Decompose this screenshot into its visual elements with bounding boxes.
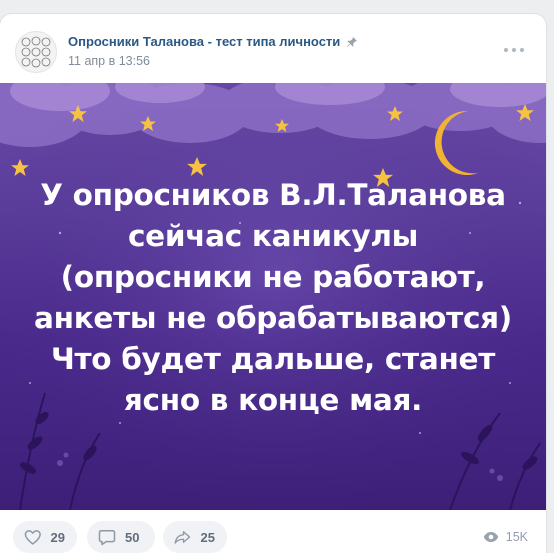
comment-count: 50 xyxy=(125,529,140,545)
post-author-link[interactable]: Опросники Таланова - тест типа личности xyxy=(68,34,358,49)
eye-icon xyxy=(483,532,498,542)
caption-line: У опросников В.Л.Таланова xyxy=(40,178,506,212)
post-image[interactable]: У опросников В.Л.Таланова сейчас каникул… xyxy=(0,83,546,510)
more-icon[interactable] xyxy=(504,40,524,60)
post-author[interactable]: Опросники Таланова - тест типа личности xyxy=(68,34,340,49)
caption-line: Что будет дальше, станет xyxy=(50,342,496,376)
like-count: 29 xyxy=(50,529,65,545)
pin-icon xyxy=(346,36,358,48)
heart-icon xyxy=(24,530,41,545)
share-count: 25 xyxy=(200,529,215,545)
caption-line: сейчас каникулы xyxy=(127,219,419,253)
post-card: Опросники Таланова - тест типа личности … xyxy=(0,14,546,553)
post-date[interactable]: 11 апр в 13:56 xyxy=(68,54,150,68)
caption-line: (опросники не работают, xyxy=(60,260,486,294)
community-avatar[interactable] xyxy=(15,31,57,73)
image-caption: У опросников В.Л.Таланова сейчас каникул… xyxy=(0,175,546,421)
share-button[interactable]: 25 xyxy=(163,521,227,553)
views-counter: 15K xyxy=(483,530,528,544)
like-button[interactable]: 29 xyxy=(13,521,77,553)
share-icon xyxy=(174,531,191,544)
comment-button[interactable]: 50 xyxy=(87,521,155,553)
caption-line: анкеты не обрабатываются) xyxy=(34,301,512,335)
post-header: Опросники Таланова - тест типа личности … xyxy=(0,14,546,84)
caption-line: ясно в конце мая. xyxy=(123,383,423,417)
post-actions: 29 50 25 15K xyxy=(0,510,546,553)
views-count: 15K xyxy=(505,530,528,544)
comment-icon xyxy=(98,530,116,546)
